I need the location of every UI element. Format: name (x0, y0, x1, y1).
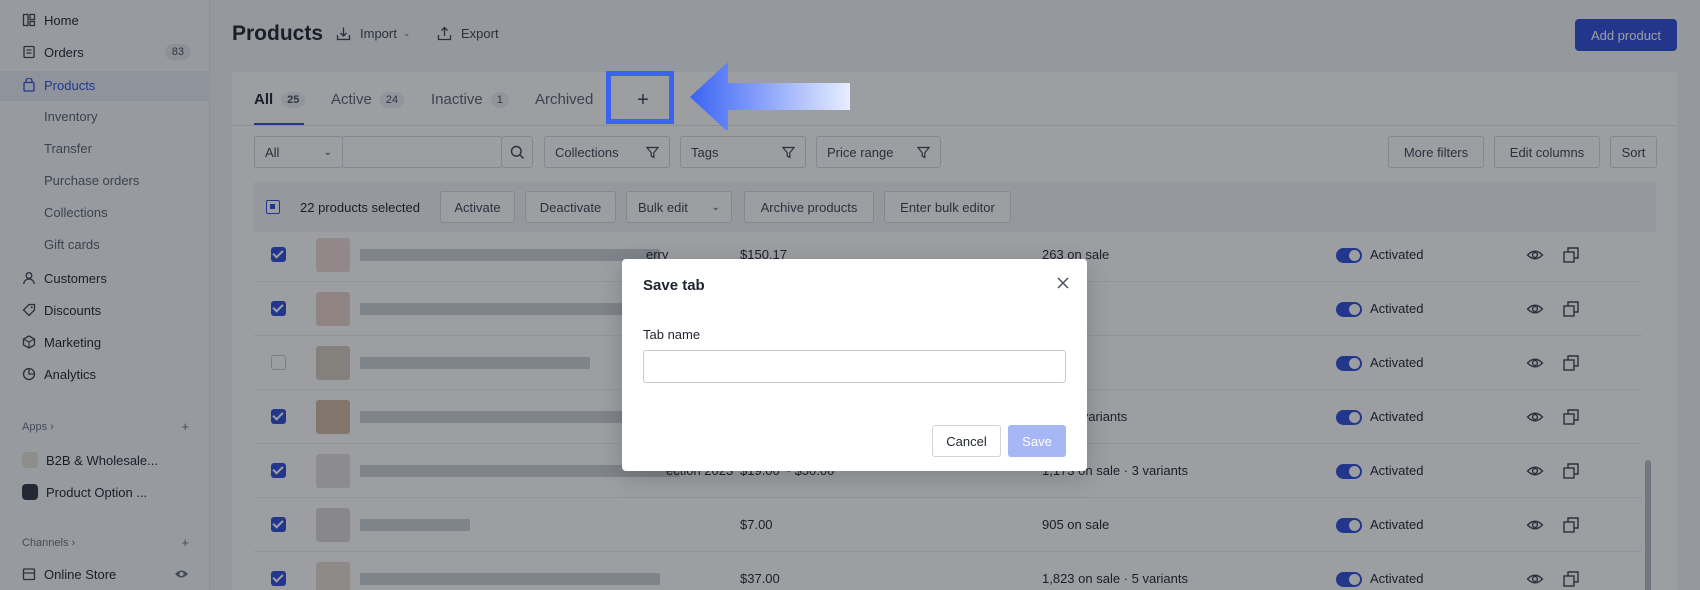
save-button[interactable]: Save (1008, 425, 1066, 457)
save-tab-dialog: Save tab Tab name Cancel Save (622, 259, 1087, 471)
tab-name-input[interactable] (643, 350, 1066, 383)
arrow-left-icon (690, 62, 850, 130)
close-icon[interactable] (1053, 273, 1073, 293)
tab-name-label: Tab name (643, 327, 701, 342)
dialog-title: Save tab (643, 277, 705, 294)
add-tab-highlight (606, 71, 674, 124)
cancel-button[interactable]: Cancel (932, 425, 1001, 457)
